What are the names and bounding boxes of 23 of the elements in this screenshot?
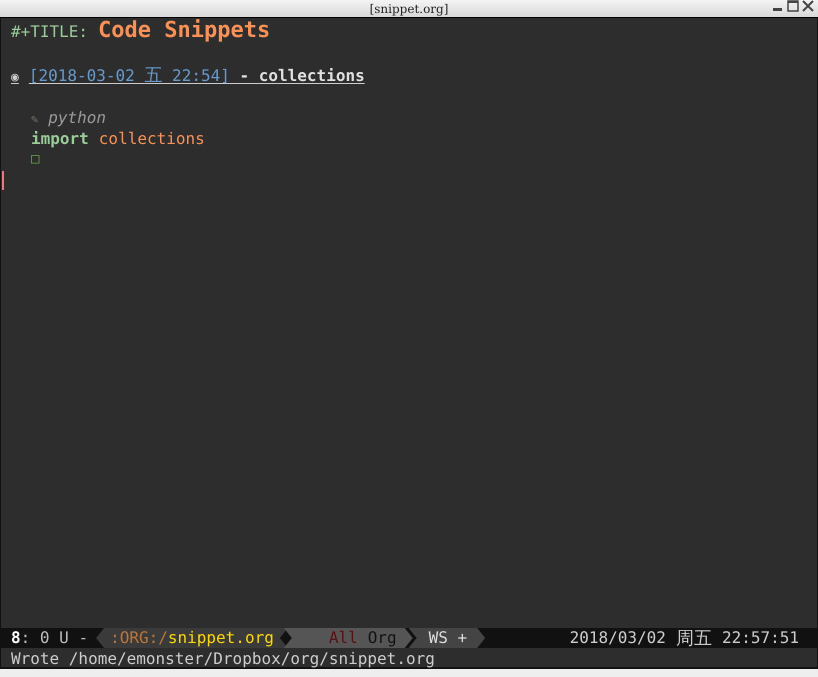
source-language: python [48,108,106,127]
code-keyword: import [31,129,89,148]
close-icon[interactable] [802,0,814,12]
document-title: Code Snippets [98,21,270,40]
weekday: 周五 [676,626,712,650]
buffer-segment: :ORG:/snippet.org [96,628,288,648]
code-module: collections [98,129,205,148]
title-keyword: #+TITLE: [11,22,88,41]
heading-bullet: ◉ [11,69,19,87]
buffer-state: : 0 U - [20,627,88,649]
pencil-icon: ✎ [31,110,38,129]
block-end-marker: □ [31,151,40,167]
echo-area: Wrote /home/emonster/Dropbox/org/snippet.org [0,648,818,669]
time: 22:57:51 [722,627,799,649]
mode-segment: All Org [284,628,413,648]
maximize-icon[interactable] [787,0,799,12]
timestamp[interactable]: [2018-03-02 五 22:54] [28,66,230,85]
minor-mode-segment: WS + [408,628,486,648]
date: 2018/03/02 [570,627,666,649]
heading-text: - collections [238,66,365,85]
text-cursor [2,171,4,190]
window-title: [snippet.org] [370,0,448,18]
window-number: 8 [11,627,21,649]
